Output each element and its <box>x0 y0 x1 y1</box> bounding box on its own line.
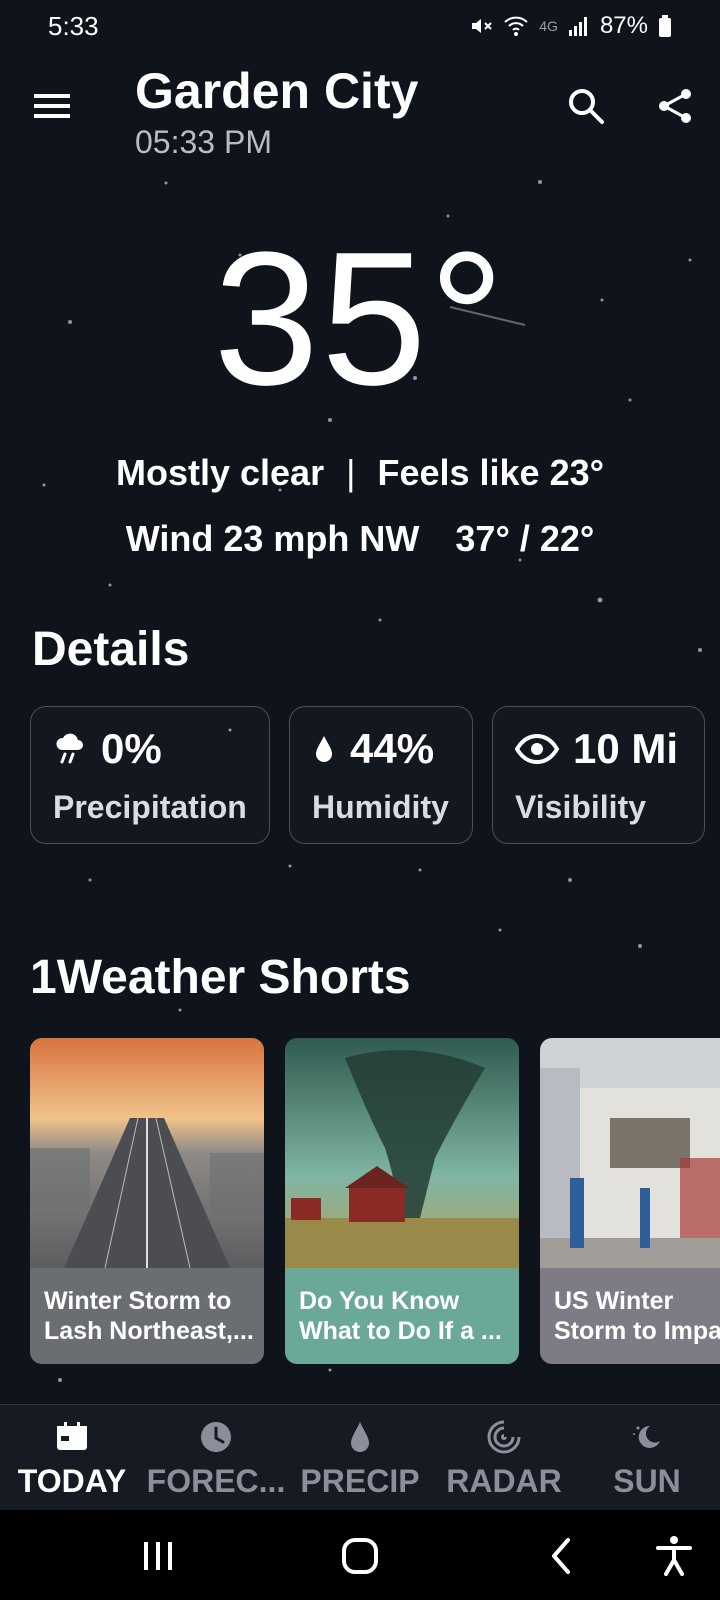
signal-icon <box>568 17 587 36</box>
tab-today[interactable]: TODAY <box>2 1415 142 1500</box>
tab-radar[interactable]: RADAR <box>434 1415 574 1500</box>
clock-icon <box>201 1422 231 1452</box>
battery-icon <box>659 15 671 37</box>
short-caption-line2: Lash Northeast,... <box>44 1317 254 1345</box>
tab-forecast-label: FOREC... <box>146 1463 286 1499</box>
network-type: 4G <box>539 18 558 34</box>
short-caption-line2: What to Do If a ... <box>299 1317 502 1345</box>
app-header: Garden City 05:33 PM <box>0 58 720 168</box>
wind-line: Wind 23 mph NW 37° / 22° <box>0 518 720 560</box>
condition-text: Mostly clear <box>115 452 325 493</box>
city-street-thumbnail-image <box>540 1038 720 1268</box>
details-heading: Details <box>32 623 190 676</box>
eye-icon <box>515 733 559 765</box>
hi-lo-temps: 37° / 22° <box>455 518 595 559</box>
highway-thumbnail-image <box>30 1038 264 1268</box>
menu-icon[interactable] <box>30 84 74 128</box>
humidity-label: Humidity <box>312 789 449 825</box>
droplet-icon <box>316 736 332 762</box>
city-name[interactable]: Garden City <box>135 62 418 120</box>
tab-sun-label: SUN <box>613 1463 681 1499</box>
status-bar: 5:33 4G 87% <box>0 0 720 52</box>
humidity-value: 44% <box>350 725 435 772</box>
status-icons: 4G 87% <box>469 12 672 40</box>
short-card-us-winter-storm[interactable]: US Winter Storm to Impa <box>540 1038 720 1364</box>
mute-icon <box>472 19 492 33</box>
condition-line: Mostly clear | Feels like 23° <box>0 452 720 494</box>
precipitation-value: 0% <box>101 725 162 772</box>
bottom-navigation: TODAY FOREC... PRECIP RADAR SUN <box>0 1404 720 1510</box>
tab-today-label: TODAY <box>17 1463 127 1499</box>
short-caption-line1: Do You Know <box>299 1287 460 1315</box>
short-caption: Winter Storm to Lash Northeast,... <box>30 1268 264 1364</box>
tab-sun[interactable]: SUN <box>577 1415 717 1500</box>
humidity-card[interactable]: 44% Humidity <box>289 706 473 844</box>
accessibility-icon[interactable] <box>650 1532 698 1580</box>
moon-icon <box>633 1425 660 1448</box>
wifi-icon <box>504 16 528 36</box>
visibility-label: Visibility <box>515 789 647 825</box>
rain-cloud-icon <box>56 733 83 764</box>
short-caption: Do You Know What to Do If a ... <box>285 1268 519 1364</box>
current-temperature: 35° <box>213 213 507 425</box>
short-caption-line1: US Winter <box>554 1287 674 1315</box>
tab-forecast[interactable]: FOREC... <box>146 1415 286 1500</box>
system-navigation-bar <box>0 1510 720 1600</box>
calendar-icon <box>57 1422 87 1450</box>
precipitation-label: Precipitation <box>53 789 247 825</box>
feels-like: Feels like 23° <box>377 452 605 493</box>
tornado-thumbnail-image <box>285 1038 519 1268</box>
status-time: 5:33 <box>48 10 99 41</box>
recents-icon[interactable] <box>134 1532 182 1580</box>
visibility-value: 10 Mi <box>573 725 679 772</box>
battery-percent: 87% <box>599 12 648 39</box>
shorts-heading: 1Weather Shorts <box>30 951 411 1004</box>
radar-icon <box>487 1419 522 1454</box>
droplet-icon <box>351 1422 369 1452</box>
tab-precip[interactable]: PRECIP <box>290 1415 430 1500</box>
home-icon[interactable] <box>336 1532 384 1580</box>
local-time: 05:33 PM <box>135 124 272 160</box>
back-icon[interactable] <box>538 1532 586 1580</box>
short-card-winter-storm[interactable]: Winter Storm to Lash Northeast,... <box>30 1038 264 1364</box>
short-caption-line2: Storm to Impa <box>554 1317 720 1345</box>
tab-precip-label: PRECIP <box>300 1463 420 1499</box>
share-icon[interactable] <box>652 82 700 130</box>
tab-radar-label: RADAR <box>446 1463 562 1499</box>
short-caption: US Winter Storm to Impa <box>540 1268 720 1364</box>
wind-text: Wind 23 mph NW <box>125 518 420 559</box>
search-icon[interactable] <box>562 82 610 130</box>
short-card-tornado[interactable]: Do You Know What to Do If a ... <box>285 1038 519 1364</box>
condition-separator: | <box>346 452 356 493</box>
short-caption-line1: Winter Storm to <box>44 1287 232 1315</box>
visibility-card[interactable]: 10 Mi Visibility <box>492 706 705 844</box>
precipitation-card[interactable]: 0% Precipitation <box>30 706 270 844</box>
